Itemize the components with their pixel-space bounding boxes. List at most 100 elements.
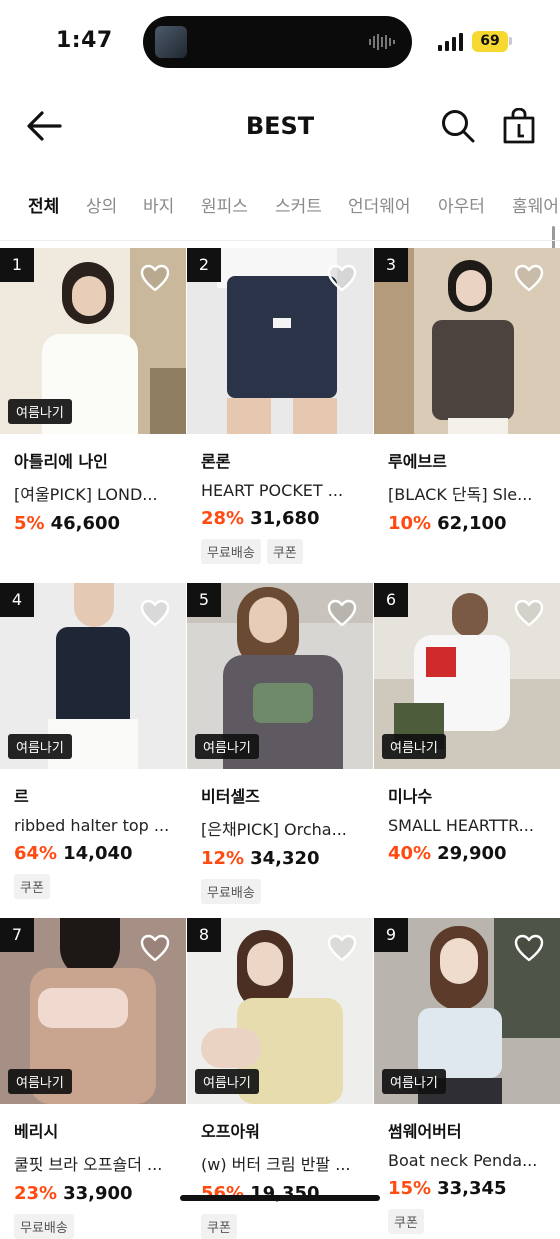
heart-icon[interactable] [514,264,544,292]
divider [0,240,560,241]
home-indicator[interactable] [180,1195,380,1201]
heart-icon[interactable] [140,599,170,627]
status-bar: 1:47 69 [0,0,560,84]
sale-price: 14,040 [63,843,133,864]
discount-rate: 40% [388,843,432,864]
product-image[interactable]: 7 여름나기 [0,918,186,1104]
product-image[interactable]: 9 여름나기 [374,918,560,1104]
sale-price: 62,100 [437,513,507,534]
product-name: 쿨핏 브라 오프숄더 ... [14,1155,163,1174]
rank-badge: 9 [374,918,408,952]
discount-rate: 28% [201,508,245,529]
discount-rate: 64% [14,843,58,864]
price-row: 23% 33,900 [14,1183,186,1204]
product-card[interactable]: 2 론론 HEART POCKET ... 28% 31,680 무료배송 쿠폰 [187,248,373,564]
product-card[interactable]: 9 여름나기 썸웨어버터 Boat neck Penda... 15% 33,34… [374,918,560,1234]
product-card[interactable]: 8 여름나기 오프아워 (w) 버터 크림 반팔 ... 56% 19,350 쿠… [187,918,373,1239]
discount-rate: 5% [14,513,45,534]
search-icon[interactable] [440,108,476,144]
brand-name: 루에브르 [388,452,447,471]
product-image[interactable]: 3 [374,248,560,434]
product-grid: 1 여름나기 아틀리에 나인 [여울PICK] LOND... 5% 46,600… [0,248,560,1239]
brand-name: 론론 [201,452,231,471]
brand-name: 오프아워 [201,1122,260,1141]
product-card[interactable]: 3 루에브르 [BLACK 단독] Sle... 10% 62,100 [374,248,560,534]
heart-icon[interactable] [140,264,170,292]
rank-badge: 3 [374,248,408,282]
price-row: 15% 33,345 [388,1178,560,1199]
product-name: [은채PICK] Orcha... [201,820,347,839]
heart-icon[interactable] [514,599,544,627]
product-name: [BLACK 단독] Sle... [388,485,533,504]
product-name: (w) 버터 크림 반팔 ... [201,1155,351,1174]
promo-badge: 여름나기 [195,734,259,759]
heart-icon[interactable] [327,599,357,627]
product-card[interactable]: 1 여름나기 아틀리에 나인 [여울PICK] LOND... 5% 46,600 [0,248,186,534]
coupon-tag: 쿠폰 [388,1209,424,1234]
product-image[interactable]: 6 여름나기 [374,583,560,769]
tab-dresses[interactable]: 원피스 [201,192,248,217]
shopping-bag-icon[interactable] [502,108,536,144]
product-image[interactable]: 2 [187,248,373,434]
price-row: 10% 62,100 [388,513,560,534]
product-name: ribbed halter top ... [14,816,170,835]
category-tabs: 전체 상의 바지 원피스 스커트 언더웨어 아우터 홈웨어 [0,178,560,230]
top-nav: BEST [0,92,560,162]
promo-badge: 여름나기 [8,399,72,424]
brand-name: 썸웨어버터 [388,1122,462,1141]
tab-outerwear[interactable]: 아우터 [438,192,485,217]
promo-badge: 여름나기 [382,1069,446,1094]
brand-name: 베리시 [14,1122,59,1141]
product-name: SMALL HEARTTR... [388,816,534,835]
tab-tops[interactable]: 상의 [86,192,117,217]
status-time: 1:47 [56,28,113,53]
tag-list: 무료배송 [14,1214,186,1239]
product-name: [여울PICK] LOND... [14,485,158,504]
discount-rate: 23% [14,1183,58,1204]
tab-homewear[interactable]: 홈웨어 [512,192,559,217]
product-card[interactable]: 7 여름나기 베리시 쿨핏 브라 오프숄더 ... 23% 33,900 무료배송 [0,918,186,1239]
discount-rate: 15% [388,1178,432,1199]
heart-icon[interactable] [514,934,544,962]
now-playing-thumbnail [155,26,187,58]
promo-badge: 여름나기 [8,734,72,759]
tag-list: 쿠폰 [201,1214,373,1239]
free-shipping-tag: 무료배송 [201,539,261,564]
rank-badge: 4 [0,583,34,617]
price-row: 12% 34,320 [201,848,373,869]
heart-icon[interactable] [327,934,357,962]
sale-price: 31,680 [250,508,320,529]
price-row: 64% 14,040 [14,843,186,864]
tab-pants[interactable]: 바지 [143,192,174,217]
product-name: Boat neck Penda... [388,1151,538,1170]
heart-icon[interactable] [327,264,357,292]
tag-list: 쿠폰 [388,1209,560,1234]
sale-price: 29,900 [437,843,507,864]
product-card[interactable]: 5 여름나기 비터셀즈 [은채PICK] Orcha... 12% 34,320 … [187,583,373,904]
product-image[interactable]: 5 여름나기 [187,583,373,769]
dynamic-island [143,16,412,68]
rank-badge: 7 [0,918,34,952]
price-row: 28% 31,680 [201,508,373,529]
product-card[interactable]: 6 여름나기 미나수 SMALL HEARTTR... 40% 29,900 [374,583,560,864]
heart-icon[interactable] [140,934,170,962]
product-card[interactable]: 4 여름나기 르 ribbed halter top ... 64% 14,040… [0,583,186,899]
battery-icon: 69 [472,31,508,52]
product-image[interactable]: 8 여름나기 [187,918,373,1104]
rank-badge: 6 [374,583,408,617]
price-row: 40% 29,900 [388,843,560,864]
product-image[interactable]: 1 여름나기 [0,248,186,434]
tab-all[interactable]: 전체 [28,192,59,217]
promo-badge: 여름나기 [8,1069,72,1094]
battery-tip [509,37,512,45]
rank-badge: 8 [187,918,221,952]
promo-badge: 여름나기 [382,734,446,759]
discount-rate: 10% [388,513,432,534]
tab-underwear[interactable]: 언더웨어 [348,192,411,217]
sale-price: 46,600 [50,513,121,534]
product-image[interactable]: 4 여름나기 [0,583,186,769]
coupon-tag: 쿠폰 [266,539,303,564]
tag-list: 무료배송 [201,879,373,904]
free-shipping-tag: 무료배송 [201,879,261,904]
tab-skirts[interactable]: 스커트 [275,192,322,217]
